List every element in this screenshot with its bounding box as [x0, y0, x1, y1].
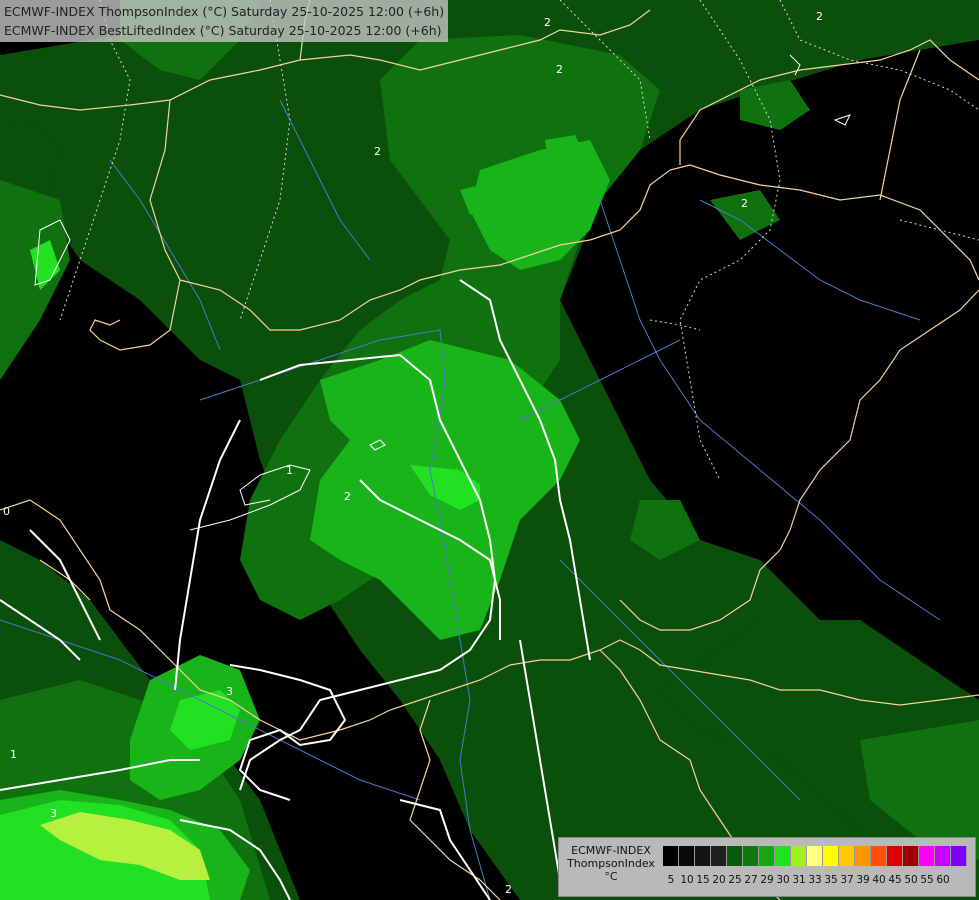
color-legend: ECMWF-INDEX ThompsonIndex °C 5 10 15 20 25 27… [558, 837, 976, 897]
legend-swatch [695, 846, 711, 866]
legend-swatch [759, 846, 775, 866]
legend-swatch [935, 846, 951, 866]
contour-label: 2 [374, 145, 381, 158]
legend-swatch [871, 846, 887, 866]
legend-tick: 20 [712, 874, 726, 886]
legend-tick: 50 [904, 874, 918, 886]
contour-label: 1 [286, 464, 293, 477]
legend-tick: 15 [696, 874, 710, 886]
legend-swatch [679, 846, 695, 866]
legend-swatch [903, 846, 919, 866]
legend-swatch [951, 846, 967, 866]
legend-swatch [919, 846, 935, 866]
legend-title: ECMWF-INDEX ThompsonIndex °C [563, 844, 659, 883]
legend-swatch [887, 846, 903, 866]
contour-label: 0 [3, 505, 10, 518]
map-header: ECMWF-INDEX ThompsonIndex (°C) Saturday … [0, 0, 449, 42]
contour-label: 3 [50, 807, 57, 820]
contour-label: 2 [816, 10, 823, 23]
legend-tick: 25 [728, 874, 742, 886]
legend-unit: °C [604, 870, 618, 883]
contour-label: 2 [556, 63, 563, 76]
legend-swatch [807, 846, 823, 866]
legend-tick: 31 [792, 874, 806, 886]
forecast-map: 2 2 2 2 2 1 2 3 1 3 2 0 [0, 0, 979, 900]
legend-swatch [823, 846, 839, 866]
legend-tick: 29 [760, 874, 774, 886]
contour-label: 2 [741, 197, 748, 210]
legend-swatch [791, 846, 807, 866]
legend-tick: 10 [680, 874, 694, 886]
legend-title-line2: ThompsonIndex [567, 857, 655, 870]
legend-tick: 39 [856, 874, 870, 886]
legend-tick: 55 [920, 874, 934, 886]
legend-swatch [743, 846, 759, 866]
legend-ticks: 5 10 15 20 25 27 29 30 31 33 35 37 39 40 45 50 55 60 [663, 874, 951, 886]
contour-label: 2 [344, 490, 351, 503]
legend-tick: 5 [667, 874, 675, 886]
legend-swatch [711, 846, 727, 866]
contour-label: 1 [10, 748, 17, 761]
legend-swatch [839, 846, 855, 866]
contour-label: 2 [544, 16, 551, 29]
legend-swatch [727, 846, 743, 866]
legend-tick: 60 [936, 874, 950, 886]
legend-tick: 45 [888, 874, 902, 886]
header-line-thompson: ECMWF-INDEX ThompsonIndex (°C) Saturday … [4, 4, 445, 19]
legend-tick: 33 [808, 874, 822, 886]
legend-tick: 40 [872, 874, 886, 886]
legend-tick: 37 [840, 874, 854, 886]
header-line-bestlifted: ECMWF-INDEX BestLiftedIndex (°C) Saturda… [4, 23, 442, 38]
legend-swatch [663, 846, 679, 866]
legend-tick: 35 [824, 874, 838, 886]
legend-title-line1: ECMWF-INDEX [571, 844, 651, 857]
legend-tick: 27 [744, 874, 758, 886]
legend-swatch [855, 846, 871, 866]
contour-label: 2 [505, 883, 512, 896]
contour-label: 3 [226, 685, 233, 698]
legend-tick: 30 [776, 874, 790, 886]
legend-swatch [775, 846, 791, 866]
legend-swatches [663, 846, 967, 866]
